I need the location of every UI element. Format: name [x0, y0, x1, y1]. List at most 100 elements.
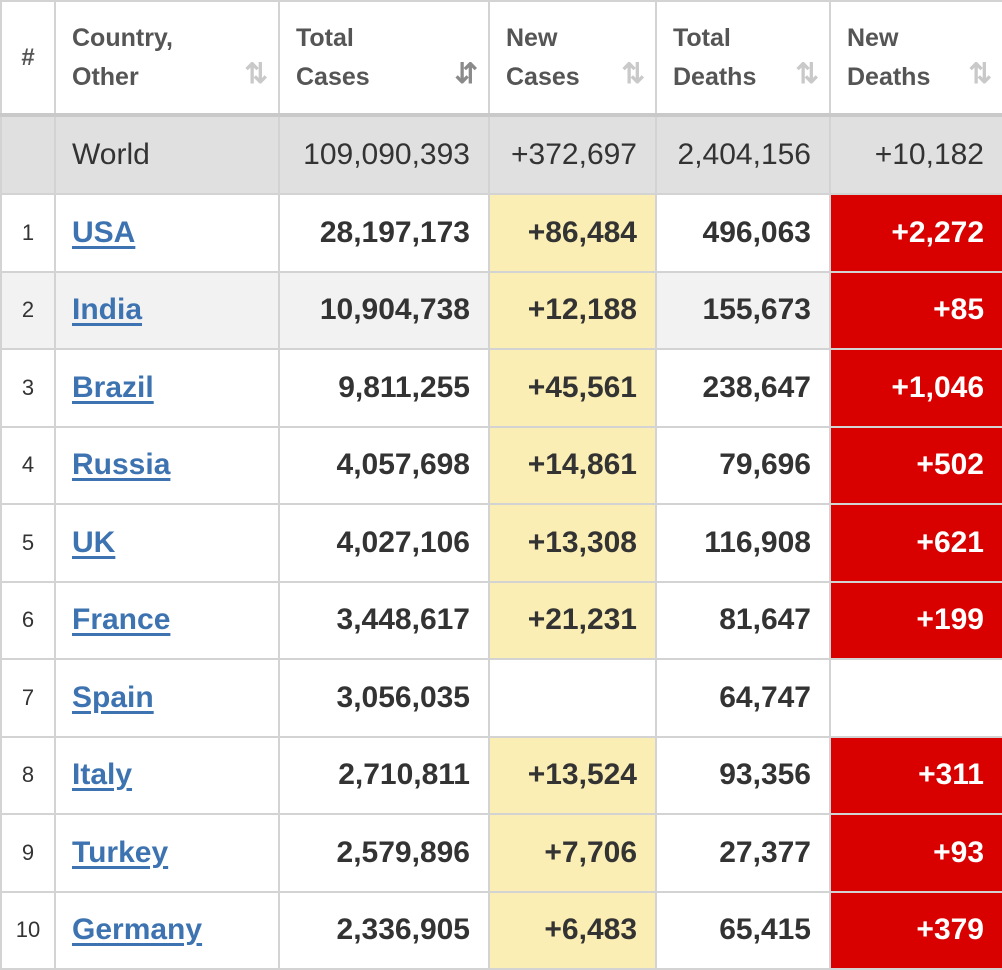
world-total-cases: 109,090,393	[278, 114, 490, 195]
country-link[interactable]: Spain	[72, 681, 154, 714]
new-cases-cell: +12,188	[488, 270, 657, 350]
country-cell: UK	[54, 503, 280, 583]
total-deaths-cell: 27,377	[655, 813, 831, 893]
country-link[interactable]: France	[72, 603, 170, 636]
header-total-cases-line2: Cases	[296, 62, 370, 91]
sort-icon[interactable]: ⇅	[969, 54, 993, 93]
table-row: 7 Spain 3,056,035 64,747	[0, 658, 1002, 738]
sort-icon[interactable]: ⇅	[622, 54, 646, 93]
country-link[interactable]: USA	[72, 216, 135, 249]
total-cases-cell: 28,197,173	[278, 193, 490, 273]
covid-stats-table: # Country, Other ⇅ Total Cases ⇵ New Cas	[0, 0, 1002, 970]
world-new-deaths: +10,182	[829, 114, 1002, 195]
table-row: 5 UK 4,027,106 +13,308 116,908 +621	[0, 503, 1002, 583]
country-link[interactable]: UK	[72, 526, 115, 559]
table-row: 3 Brazil 9,811,255 +45,561 238,647 +1,04…	[0, 348, 1002, 428]
new-deaths-cell: +93	[829, 813, 1002, 893]
new-deaths-cell: +199	[829, 580, 1002, 660]
country-link[interactable]: Turkey	[72, 836, 168, 869]
world-index	[0, 114, 56, 195]
row-index: 4	[0, 425, 56, 505]
table-row: 8 Italy 2,710,811 +13,524 93,356 +311	[0, 735, 1002, 815]
total-cases-cell: 3,448,617	[278, 580, 490, 660]
country-link[interactable]: Russia	[72, 448, 170, 481]
country-link[interactable]: India	[72, 293, 142, 326]
country-cell: USA	[54, 193, 280, 273]
header-new-cases-line2: Cases	[506, 62, 580, 91]
total-cases-cell: 9,811,255	[278, 348, 490, 428]
header-new-cases-line1: New	[506, 23, 558, 52]
new-deaths-cell: +311	[829, 735, 1002, 815]
total-deaths-cell: 238,647	[655, 348, 831, 428]
total-deaths-cell: 64,747	[655, 658, 831, 738]
header-total-cases-line1: Total	[296, 23, 354, 52]
total-cases-cell: 2,579,896	[278, 813, 490, 893]
country-cell: Germany	[54, 890, 280, 970]
total-cases-cell: 2,336,905	[278, 890, 490, 970]
world-new-cases: +372,697	[488, 114, 657, 195]
new-deaths-cell: +85	[829, 270, 1002, 350]
header-total-deaths[interactable]: Total Deaths ⇅	[655, 0, 831, 116]
new-cases-cell	[488, 658, 657, 738]
row-index: 6	[0, 580, 56, 660]
country-cell: Spain	[54, 658, 280, 738]
table-row: 2 India 10,904,738 +12,188 155,673 +85	[0, 270, 1002, 350]
new-cases-cell: +45,561	[488, 348, 657, 428]
total-deaths-cell: 79,696	[655, 425, 831, 505]
header-new-deaths-line1: New	[847, 23, 899, 52]
header-new-deaths[interactable]: New Deaths ⇅	[829, 0, 1002, 116]
total-cases-cell: 4,027,106	[278, 503, 490, 583]
sort-icon[interactable]: ⇅	[796, 54, 820, 93]
country-link[interactable]: Brazil	[72, 371, 154, 404]
total-deaths-cell: 496,063	[655, 193, 831, 273]
country-cell: India	[54, 270, 280, 350]
country-cell: Brazil	[54, 348, 280, 428]
row-index: 3	[0, 348, 56, 428]
country-cell: France	[54, 580, 280, 660]
country-cell: Turkey	[54, 813, 280, 893]
country-link[interactable]: Germany	[72, 913, 202, 946]
header-row: # Country, Other ⇅ Total Cases ⇵ New Cas	[0, 0, 1002, 116]
new-cases-cell: +21,231	[488, 580, 657, 660]
new-cases-cell: +86,484	[488, 193, 657, 273]
total-cases-cell: 3,056,035	[278, 658, 490, 738]
total-deaths-cell: 65,415	[655, 890, 831, 970]
row-index: 10	[0, 890, 56, 970]
sort-icon[interactable]: ⇅	[245, 54, 269, 93]
header-new-deaths-line2: Deaths	[847, 62, 931, 91]
row-index: 2	[0, 270, 56, 350]
new-deaths-cell: +621	[829, 503, 1002, 583]
header-total-deaths-line1: Total	[673, 23, 731, 52]
total-deaths-cell: 81,647	[655, 580, 831, 660]
total-cases-cell: 4,057,698	[278, 425, 490, 505]
new-cases-cell: +7,706	[488, 813, 657, 893]
header-country-line1: Country,	[72, 23, 173, 52]
world-row: World 109,090,393 +372,697 2,404,156 +10…	[0, 114, 1002, 195]
total-cases-cell: 10,904,738	[278, 270, 490, 350]
row-index: 8	[0, 735, 56, 815]
row-index: 5	[0, 503, 56, 583]
new-cases-cell: +13,308	[488, 503, 657, 583]
new-cases-cell: +14,861	[488, 425, 657, 505]
header-country-line2: Other	[72, 62, 139, 91]
new-deaths-cell: +1,046	[829, 348, 1002, 428]
new-deaths-cell	[829, 658, 1002, 738]
new-cases-cell: +6,483	[488, 890, 657, 970]
world-name: World	[54, 114, 280, 195]
sort-descending-icon[interactable]: ⇵	[455, 54, 479, 93]
row-index: 1	[0, 193, 56, 273]
new-deaths-cell: +502	[829, 425, 1002, 505]
header-country[interactable]: Country, Other ⇅	[54, 0, 280, 116]
table-row: 1 USA 28,197,173 +86,484 496,063 +2,272	[0, 193, 1002, 273]
header-new-cases[interactable]: New Cases ⇅	[488, 0, 657, 116]
country-link[interactable]: Italy	[72, 758, 132, 791]
row-index: 9	[0, 813, 56, 893]
country-cell: Italy	[54, 735, 280, 815]
total-deaths-cell: 116,908	[655, 503, 831, 583]
total-cases-cell: 2,710,811	[278, 735, 490, 815]
new-cases-cell: +13,524	[488, 735, 657, 815]
header-total-cases[interactable]: Total Cases ⇵	[278, 0, 490, 116]
total-deaths-cell: 93,356	[655, 735, 831, 815]
table-row: 6 France 3,448,617 +21,231 81,647 +199	[0, 580, 1002, 660]
table-row: 9 Turkey 2,579,896 +7,706 27,377 +93	[0, 813, 1002, 893]
